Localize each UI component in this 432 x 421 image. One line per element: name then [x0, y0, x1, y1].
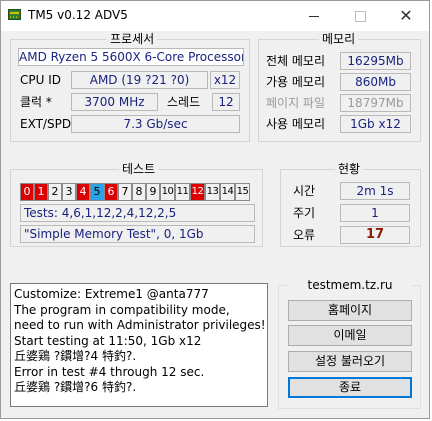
cpu-id-field: AMD (19 ?21 ?0) — [71, 71, 208, 89]
processor-group-label: 프로세서 — [107, 32, 158, 46]
title-bar[interactable]: TM5 v0.12 ADV5 ✕ — [1, 1, 429, 31]
processor-name-field: AMD Ryzen 5 5600X 6-Core Processor — [18, 48, 244, 66]
cycle-label: 주기 — [293, 206, 316, 220]
test-sequence-field: Tests: 4,6,1,12,2,4,12,2,5 — [20, 204, 255, 222]
test-cell: 7 — [118, 183, 132, 201]
minimize-button[interactable] — [291, 1, 337, 31]
status-group-label: 현황 — [335, 162, 364, 176]
memory-group-label: 메모리 — [319, 32, 359, 46]
ext-spd-label: EXT/SPD — [20, 117, 72, 131]
homepage-button[interactable]: 홈페이지 — [288, 300, 412, 321]
test-cell: 3 — [62, 183, 76, 201]
memory-chip-icon — [8, 9, 21, 20]
test-cells-strip: 0 1 2 3 4 5 6 7 8 9 10 11 12 13 14 15 — [20, 183, 250, 201]
minimize-icon — [309, 16, 319, 17]
test-cell: 8 — [132, 183, 146, 201]
exit-button[interactable]: 종료 — [288, 377, 412, 398]
close-button[interactable]: ✕ — [383, 1, 429, 31]
cycle-field: 1 — [340, 204, 410, 222]
log-output[interactable]: Customize: Extreme1 @anta777 The program … — [10, 283, 268, 407]
cpu-id-label: CPU ID — [20, 73, 61, 87]
log-line: Error in test #4 through 12 sec. — [14, 364, 205, 379]
total-memory-label: 전체 메모리 — [266, 54, 326, 68]
log-line: The program in compatibility mode, — [14, 302, 230, 317]
maximize-button[interactable] — [337, 1, 383, 31]
window-title: TM5 v0.12 ADV5 — [28, 8, 128, 22]
cores-field: x12 — [210, 71, 240, 89]
ext-spd-field: 7.3 Gb/sec — [71, 115, 240, 133]
used-memory-field: 1Gb x12 — [340, 115, 411, 133]
test-cell: 14 — [220, 183, 235, 201]
test-cell: 10 — [160, 183, 175, 201]
available-memory-field: 860Mb — [340, 73, 411, 91]
available-memory-label: 가용 메모리 — [266, 75, 326, 89]
log-line: 丘婆鶏 ?鏆增?6 特釣?. — [14, 380, 137, 394]
test-cell: 5 — [90, 183, 104, 201]
test-cell: 11 — [175, 183, 190, 201]
log-line: Customize: Extreme1 @anta777 — [14, 287, 209, 301]
test-cell: 13 — [205, 183, 220, 201]
clock-label: 클럭 * — [20, 95, 52, 109]
time-field: 2m 1s — [340, 182, 410, 200]
log-line: need to run with Administrator privilege… — [14, 318, 266, 332]
pagefile-field: 18797Mb — [340, 94, 411, 112]
threads-field: 12 — [212, 93, 240, 111]
errors-field: 17 — [340, 226, 410, 244]
clock-field: 3700 MHz — [71, 93, 158, 111]
pagefile-label: 페이지 파일 — [266, 96, 326, 110]
test-cell: 0 — [20, 183, 34, 201]
test-cell: 4 — [76, 183, 90, 201]
load-config-button[interactable]: 설정 불러오기 — [288, 351, 412, 372]
threads-label: 스레드 — [167, 95, 201, 109]
test-cell: 1 — [34, 183, 48, 201]
test-cell: 9 — [146, 183, 160, 201]
used-memory-label: 사용 메모리 — [266, 117, 326, 131]
app-window: TM5 v0.12 ADV5 ✕ 프로세서 AMD Ryzen 5 5600X … — [0, 0, 430, 419]
site-label: testmem.tz.ru — [288, 278, 412, 292]
current-test-field: "Simple Memory Test", 0, 1Gb — [20, 225, 255, 243]
log-line: Start testing at 11:50, 1Gb x12 — [14, 333, 202, 348]
email-button[interactable]: 이메일 — [288, 325, 412, 346]
maximize-icon — [355, 11, 366, 22]
test-cell: 15 — [235, 183, 250, 201]
errors-label: 오류 — [293, 228, 316, 242]
tests-group-label: 테스트 — [119, 162, 159, 176]
total-memory-field: 16295Mb — [340, 52, 411, 70]
log-line: 丘婆鶏 ?鏆增?4 特釣?. — [14, 349, 137, 363]
test-cell: 6 — [104, 183, 118, 201]
test-cell: 2 — [48, 183, 62, 201]
test-cell: 12 — [190, 183, 205, 201]
time-label: 시간 — [293, 184, 316, 198]
